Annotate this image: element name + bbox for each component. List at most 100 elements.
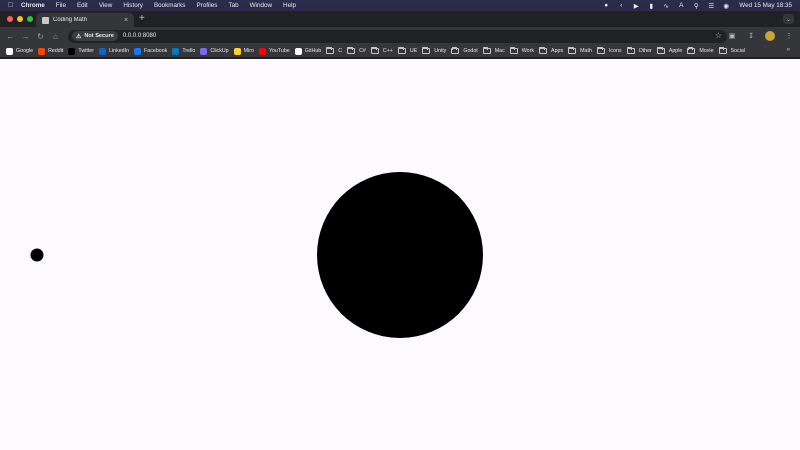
folder-icon xyxy=(568,47,577,54)
folder-icon xyxy=(451,47,460,54)
clickup-icon xyxy=(200,47,208,55)
menu-clock[interactable]: Wed 15 May 18:35 xyxy=(739,2,792,9)
forward-icon[interactable]: → xyxy=(20,31,31,42)
bookmark-item[interactable]: Icons xyxy=(596,47,622,54)
security-indicator[interactable]: ⚠ Not Secure xyxy=(71,31,118,41)
menu-status-area: ● ‹ ▶ ▮ ∿ A ⚲ ☰ ◉ Wed 15 May 18:35 xyxy=(602,2,792,10)
browser-toolbar: ← → ↻ ⌂ ⚠ Not Secure 0.0.0.0:8080 ☆ ▣ ↧ … xyxy=(0,27,800,45)
canvas-scene xyxy=(30,172,483,338)
bookmark-star-icon[interactable]: ☆ xyxy=(715,31,722,40)
folder-icon xyxy=(397,47,406,54)
x-icon xyxy=(68,47,76,55)
bookmark-item[interactable]: ClickUp xyxy=(200,47,229,55)
bookmark-item[interactable]: C xyxy=(326,47,342,54)
menu-window[interactable]: Window xyxy=(250,2,272,9)
bookmark-label: Trello xyxy=(182,48,196,54)
linkedin-icon xyxy=(99,47,107,55)
bookmark-label: LinkedIn xyxy=(109,48,130,54)
large-ball xyxy=(317,172,483,338)
bookmark-item[interactable]: LinkedIn xyxy=(99,47,130,55)
play-circle-icon[interactable]: ▶ xyxy=(632,2,640,10)
bookmark-item[interactable]: Trello xyxy=(172,47,196,55)
menu-edit[interactable]: Edit xyxy=(77,2,88,9)
tab-coding-math[interactable]: Coding Math × xyxy=(36,13,134,27)
menu-history[interactable]: History xyxy=(123,2,143,9)
bookmark-label: Twitter xyxy=(78,48,95,54)
home-icon[interactable]: ⌂ xyxy=(50,31,61,42)
tab-close-icon[interactable]: × xyxy=(122,17,130,24)
bookmark-item[interactable]: YouTube xyxy=(258,47,290,55)
bookmarks-bar: Google Reddit Twitter LinkedIn Facebook Trell… xyxy=(0,45,800,58)
bookmark-item[interactable]: C# xyxy=(347,47,366,54)
bookmark-item[interactable]: Godot xyxy=(451,47,478,54)
folder-icon xyxy=(656,47,665,54)
miro-icon xyxy=(233,47,241,55)
bookmark-label: YouTube xyxy=(268,48,290,54)
trello-icon xyxy=(172,47,180,55)
spotlight-search-icon[interactable]: ⚲ xyxy=(692,2,700,10)
folder-icon xyxy=(596,47,605,54)
input-source-icon[interactable]: A xyxy=(677,2,685,9)
fullscreen-window-button[interactable] xyxy=(27,16,33,22)
bookmark-item[interactable]: Facebook xyxy=(134,47,167,55)
address-bar[interactable]: ⚠ Not Secure 0.0.0.0:8080 ☆ xyxy=(67,29,727,43)
menu-profiles[interactable]: Profiles xyxy=(196,2,217,9)
google-icon xyxy=(6,47,13,55)
tab-search-button[interactable]: ⌄ xyxy=(783,14,794,24)
bookmark-item[interactable]: Social xyxy=(718,47,745,54)
menu-tab[interactable]: Tab xyxy=(228,2,238,9)
bookmark-item[interactable]: Apple xyxy=(656,47,682,54)
bookmark-item[interactable]: UE xyxy=(397,47,417,54)
bookmark-item[interactable]: Apps xyxy=(539,47,564,54)
bookmark-item[interactable]: Other xyxy=(626,47,652,54)
bookmark-item[interactable]: Reddit xyxy=(38,47,63,55)
bookmark-item[interactable]: Google xyxy=(6,47,33,55)
bookmark-item[interactable]: Math xyxy=(568,47,592,54)
apple-menu-icon[interactable]:  xyxy=(6,2,15,9)
bookmark-label: Movie xyxy=(699,48,714,54)
battery-icon[interactable]: ▮ xyxy=(647,2,655,10)
record-icon[interactable]: ● xyxy=(602,2,610,9)
wifi-icon[interactable]: ∿ xyxy=(662,2,670,10)
more-menu-icon[interactable]: ⋮ xyxy=(784,31,794,41)
reload-icon[interactable]: ↻ xyxy=(35,31,46,42)
menu-view[interactable]: View xyxy=(99,2,113,9)
extensions-icon[interactable]: ▣ xyxy=(727,31,737,41)
folder-icon xyxy=(687,47,696,54)
menu-bookmarks[interactable]: Bookmarks xyxy=(154,2,186,9)
bookmark-label: Apps xyxy=(551,48,564,54)
siri-icon[interactable]: ◉ xyxy=(722,2,730,10)
bookmarks-overflow-icon[interactable]: » xyxy=(787,47,790,53)
bookmark-item[interactable]: C++ xyxy=(370,47,393,54)
control-center-icon[interactable]: ☰ xyxy=(707,2,715,10)
bookmark-item[interactable]: Work xyxy=(509,47,535,54)
bookmark-item[interactable]: Mac xyxy=(482,47,505,54)
bookmark-item[interactable]: Movie xyxy=(687,47,714,54)
page-content xyxy=(0,59,800,450)
back-icon[interactable]: ← xyxy=(5,31,16,42)
youtube-icon xyxy=(258,47,266,55)
url-text[interactable]: 0.0.0.0:8080 xyxy=(123,33,156,39)
close-window-button[interactable] xyxy=(7,16,13,22)
menu-items: Chrome File Edit View History Bookmarks … xyxy=(21,2,307,9)
bookmark-item[interactable]: GitHub xyxy=(294,47,322,55)
profile-avatar[interactable] xyxy=(765,31,775,41)
bookmark-item[interactable]: Miro xyxy=(233,47,254,55)
folder-icon xyxy=(718,47,727,54)
download-icon[interactable]: ↧ xyxy=(746,31,756,41)
minimize-window-button[interactable] xyxy=(17,16,23,22)
tab-title: Coding Math xyxy=(53,17,88,23)
bookmark-label: GitHub xyxy=(304,48,322,54)
bookmark-label: Miro xyxy=(243,48,254,54)
folder-icon xyxy=(370,47,379,54)
bookmark-label: Social xyxy=(730,48,745,54)
new-tab-button[interactable]: + xyxy=(139,14,145,24)
bookmark-item[interactable]: Twitter xyxy=(68,47,95,55)
chevron-left-icon[interactable]: ‹ xyxy=(617,2,625,9)
bookmark-item[interactable]: Unity xyxy=(422,47,446,54)
menu-app-name[interactable]: Chrome xyxy=(21,2,45,9)
menu-help[interactable]: Help xyxy=(283,2,296,9)
menu-file[interactable]: File xyxy=(56,2,66,9)
toolbar-right: ▣ ↧ ⋮ xyxy=(727,31,794,41)
bookmark-label: Work xyxy=(521,48,535,54)
